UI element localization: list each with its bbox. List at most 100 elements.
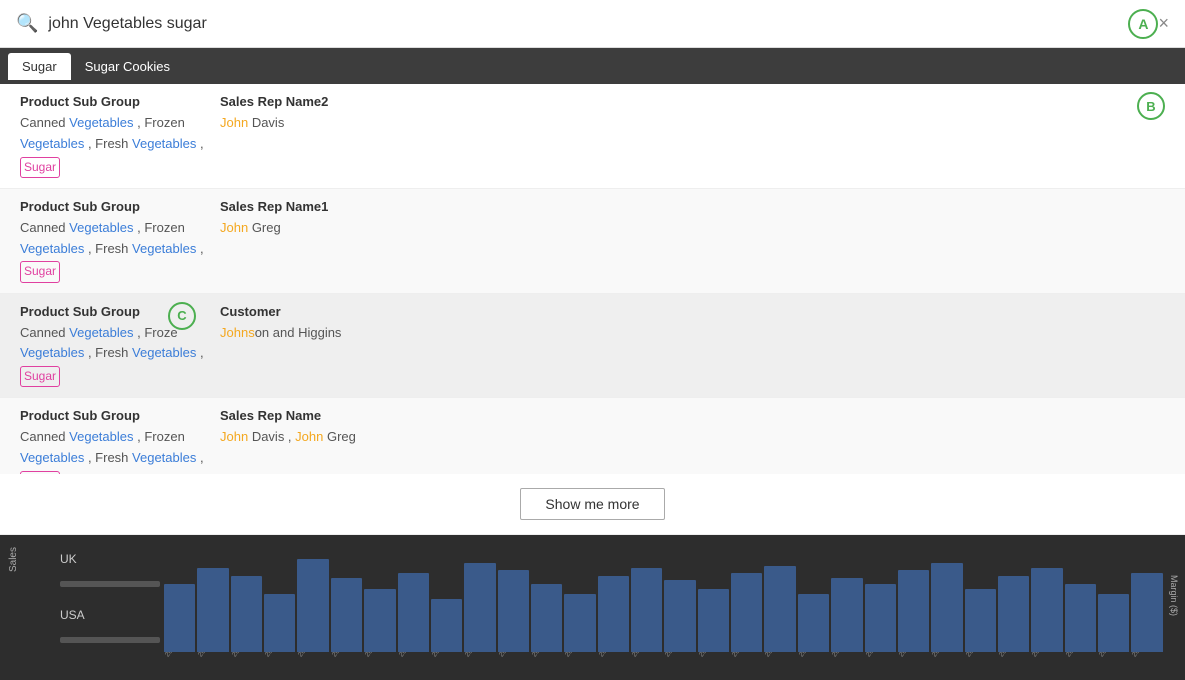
x-label: 2013-Apr (664, 652, 703, 669)
x-label: 2013-Jan (564, 652, 603, 669)
label-c: C (168, 302, 196, 330)
search-bar: 🔍 A × (0, 0, 1185, 48)
chart-bar (464, 563, 495, 652)
chart-bar (264, 594, 295, 652)
veg-highlight: Vegetables (20, 241, 84, 256)
x-label: 2012-Oct (464, 652, 503, 669)
x-label: 2014-Mar (1031, 652, 1070, 669)
veg-highlight: Vegetables (20, 450, 84, 465)
veg-highlight: Vegetables (132, 345, 196, 360)
tab-sugar-cookies[interactable]: Sugar Cookies (71, 53, 184, 80)
john-highlight: John (220, 220, 248, 235)
veg-highlight: Vegetables (132, 241, 196, 256)
chart-bar (164, 584, 195, 652)
x-label: 2012-Dec (531, 652, 570, 669)
tab-sugar[interactable]: Sugar (8, 53, 71, 80)
region-usa: USA (60, 608, 160, 622)
chart-bar (798, 594, 829, 652)
x-label: 2013-Feb (598, 652, 637, 669)
chart-area: Sales UK USA 2012-Jan2012-Feb2012-Mar201… (0, 535, 1185, 680)
x-label: 2012-Feb (197, 652, 236, 669)
tabs-bar: Sugar Sugar Cookies (0, 48, 1185, 84)
show-more-button[interactable]: Show me more (520, 488, 664, 520)
chart-bar (898, 570, 929, 652)
x-label: 2012-Jun (331, 652, 370, 669)
margin-axis-label: Margin ($) (1167, 571, 1181, 620)
chart-bar (197, 568, 228, 652)
john-highlight: Johns (220, 325, 255, 340)
sales-axis-label: Sales (8, 543, 60, 576)
veg-highlight: Vegetables (20, 136, 84, 151)
chart-bar (331, 578, 362, 652)
x-label: 2012-Jul (364, 652, 403, 669)
search-input[interactable] (48, 15, 1120, 33)
sugar-highlight: Sugar (20, 261, 60, 282)
result-row: Product Sub Group Canned Vegetables , Fr… (0, 294, 1185, 399)
result-right-4: Sales Rep Name John Davis , John Greg (220, 408, 1165, 448)
region-uk: UK (60, 552, 160, 566)
john-highlight: John (220, 115, 248, 130)
result-left-2: Product Sub Group Canned Vegetables , Fr… (20, 199, 220, 283)
veg-highlight: Vegetables (69, 220, 133, 235)
chart-bar (1031, 568, 1062, 652)
x-label: 2014-Apr (1065, 652, 1104, 669)
x-label: 2012-May (297, 652, 336, 669)
x-label: 2013-Jul (764, 652, 803, 669)
chart-bar (931, 563, 962, 652)
right-label-4: Sales Rep Name (220, 408, 1165, 423)
chart-bar (764, 566, 795, 652)
bar-chart (160, 535, 1167, 652)
x-label: 2013-Aug (798, 652, 837, 669)
chart-bar (1098, 594, 1129, 652)
sugar-highlight: Sugar (20, 366, 60, 387)
result-right-3: Customer Johnson and Higgins (220, 304, 1165, 344)
john-highlight: John (295, 429, 323, 444)
search-icon: 🔍 (16, 13, 38, 34)
x-label: 2012-Aug (398, 652, 437, 669)
chart-bar (1065, 584, 1096, 652)
label-a: A (1128, 9, 1158, 39)
chart-bar (398, 573, 429, 652)
result-row: Product Sub Group Canned Vegetables , Fr… (0, 84, 1185, 189)
result-right-2: Sales Rep Name1 John Greg (220, 199, 1165, 239)
veg-highlight: Vegetables (20, 345, 84, 360)
x-label: 2012-Sep (431, 652, 470, 669)
chart-bar (498, 570, 529, 652)
chart-bar (698, 589, 729, 652)
right-value-3: Johnson and Higgins (220, 323, 1165, 344)
x-label: 2012-Nov (498, 652, 537, 669)
chart-bar (631, 568, 662, 652)
x-label: 2013-Oct (865, 652, 904, 669)
right-label-1: Sales Rep Name2 (220, 94, 1165, 109)
show-more-container: Show me more (0, 474, 1185, 535)
chart-bar (865, 584, 896, 652)
chart-bar (364, 589, 395, 652)
chart-bar (531, 584, 562, 652)
veg-highlight: Vegetables (132, 136, 196, 151)
veg-highlight: Vegetables (69, 325, 133, 340)
chart-bar (564, 594, 595, 652)
result-row: Product Sub Group Canned Vegetables , Fr… (0, 398, 1185, 474)
usa-bar (60, 637, 160, 643)
chart-bar (1131, 573, 1162, 652)
result-left-1: Product Sub Group Canned Vegetables , Fr… (20, 94, 220, 178)
veg-highlight: Vegetables (132, 450, 196, 465)
right-value-4: John Davis , John Greg (220, 427, 1165, 448)
left-value-3: Canned Vegetables , Froze Vegetables , F… (20, 323, 220, 388)
label-b: B (1137, 92, 1165, 120)
results-list: Product Sub Group Canned Vegetables , Fr… (0, 84, 1185, 474)
chart-bar (664, 580, 695, 652)
close-button[interactable]: × (1158, 13, 1169, 34)
left-value-1: Canned Vegetables , Frozen Vegetables , … (20, 113, 220, 178)
x-label: 2014-Jan (965, 652, 1004, 669)
uk-bar (60, 581, 160, 587)
x-label: 2012-Mar (231, 652, 270, 669)
veg-highlight: Vegetables (69, 115, 133, 130)
right-value-1: John Davis (220, 113, 1165, 134)
left-value-4: Canned Vegetables , Frozen Vegetables , … (20, 427, 220, 474)
left-label-4: Product Sub Group (20, 408, 220, 423)
chart-bar (598, 576, 629, 652)
chart-bar (831, 578, 862, 652)
result-right-1: Sales Rep Name2 John Davis (220, 94, 1165, 134)
john-highlight: John (220, 429, 248, 444)
